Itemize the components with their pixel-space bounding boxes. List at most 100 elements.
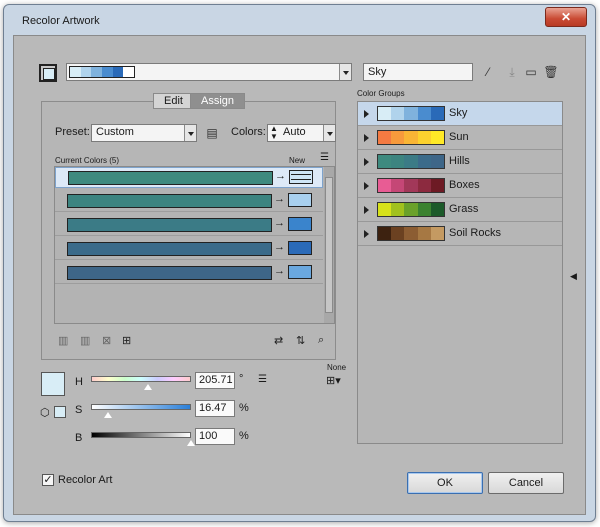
find-color-icon[interactable]: ⌕ xyxy=(318,334,324,347)
h-slider[interactable] xyxy=(91,376,191,382)
chevron-down-icon[interactable] xyxy=(323,125,335,141)
group-color-4 xyxy=(430,155,445,168)
color-group-grass[interactable]: Grass xyxy=(358,198,562,222)
group-name: Grass xyxy=(449,203,479,215)
group-color-2 xyxy=(404,155,418,168)
arrow-right-icon[interactable]: → xyxy=(274,265,285,277)
none-label: None xyxy=(327,363,347,372)
list-scrollbar[interactable] xyxy=(324,167,334,323)
tab-assign[interactable]: Assign xyxy=(190,93,246,109)
arrow-right-icon[interactable]: → xyxy=(274,241,285,253)
randomly-change-saturation-icon[interactable]: ⇅ xyxy=(296,334,305,347)
new-color-swatch[interactable] xyxy=(288,193,312,207)
b-value-field[interactable]: 100 xyxy=(195,428,235,445)
h-value-field[interactable]: 205.71 xyxy=(195,372,235,389)
expand-triangle-icon[interactable] xyxy=(364,134,369,142)
s-label: S xyxy=(75,404,83,416)
web-safe-swatch[interactable] xyxy=(54,406,66,418)
merge-colors-icon[interactable]: ▥ xyxy=(58,334,68,347)
current-color-bar[interactable] xyxy=(68,171,273,185)
current-color-bar[interactable] xyxy=(67,266,272,280)
s-unit: % xyxy=(239,402,249,414)
arrow-right-icon[interactable]: → xyxy=(275,170,286,182)
ok-button[interactable]: OK xyxy=(407,472,483,494)
color-group-soil-rocks[interactable]: Soil Rocks xyxy=(358,222,562,246)
group-color-4 xyxy=(430,131,445,144)
tab-edit[interactable]: Edit xyxy=(153,93,194,109)
dialog-title: Recolor Artwork xyxy=(22,15,100,27)
expand-triangle-icon[interactable] xyxy=(364,158,369,166)
color-group-sun[interactable]: Sun xyxy=(358,126,562,150)
exclude-colors-icon[interactable]: ⊠ xyxy=(102,334,111,347)
color-group-sky[interactable]: Sky xyxy=(358,102,562,126)
group-color-3 xyxy=(417,131,431,144)
cancel-button[interactable]: Cancel xyxy=(488,472,564,494)
recolor-art-checkbox[interactable]: ✓ xyxy=(42,474,54,486)
preset-options-icon[interactable]: ▤ xyxy=(204,125,220,141)
h-slider-thumb[interactable] xyxy=(144,384,153,390)
color-group-boxes[interactable]: Boxes xyxy=(358,174,562,198)
current-color-bar[interactable] xyxy=(67,194,272,208)
folder-icon[interactable]: ▭ xyxy=(523,64,539,80)
active-color-swatch[interactable] xyxy=(41,372,65,396)
save-group-icon[interactable]: ⤓ xyxy=(504,64,520,80)
chevron-down-icon[interactable] xyxy=(339,64,351,80)
new-color-swatch[interactable] xyxy=(288,217,312,231)
new-row-icon[interactable]: ⊞ xyxy=(122,334,131,347)
color-group-hills[interactable]: Hills xyxy=(358,150,562,174)
trash-icon[interactable]: 🗑 xyxy=(543,64,559,80)
group-color-strip xyxy=(377,106,445,121)
s-slider[interactable] xyxy=(91,404,191,410)
b-slider-thumb[interactable] xyxy=(187,440,195,446)
title-bar[interactable]: Recolor Artwork ✕ xyxy=(4,5,595,33)
new-color-swatch[interactable] xyxy=(289,170,313,184)
current-colors-list: → → → → → xyxy=(54,166,335,324)
arrow-right-icon[interactable]: → xyxy=(274,193,285,205)
colors-count-value: Auto xyxy=(283,126,306,138)
group-color-4 xyxy=(430,227,445,240)
expand-triangle-icon[interactable] xyxy=(364,230,369,238)
cube-icon[interactable]: ⬡ xyxy=(40,406,50,419)
group-color-strip xyxy=(377,226,445,241)
group-color-0 xyxy=(378,155,392,168)
current-color-bar[interactable] xyxy=(67,218,272,232)
scroll-thumb[interactable] xyxy=(325,177,333,313)
new-color-swatch[interactable] xyxy=(288,241,312,255)
current-color-row[interactable]: → xyxy=(55,191,323,212)
expand-triangle-icon[interactable] xyxy=(364,182,369,190)
group-name: Boxes xyxy=(449,179,480,191)
new-color-swatch[interactable] xyxy=(288,265,312,279)
harmony-color-3 xyxy=(102,67,113,77)
randomly-change-order-icon[interactable]: ⇄ xyxy=(274,334,283,347)
current-color-row[interactable]: → xyxy=(55,167,323,188)
artwork-colors-icon[interactable] xyxy=(39,64,57,82)
group-color-strip xyxy=(377,154,445,169)
close-button[interactable]: ✕ xyxy=(545,7,587,27)
stepper-icon[interactable]: ▲ ▼ xyxy=(270,125,278,141)
list-menu-icon[interactable]: ☰ xyxy=(320,152,329,163)
b-slider[interactable] xyxy=(91,432,191,438)
hsb-menu-icon[interactable]: ☰ xyxy=(258,374,267,385)
separate-colors-icon[interactable]: ▥ xyxy=(80,334,90,347)
expand-triangle-icon[interactable] xyxy=(364,110,369,118)
group-color-3 xyxy=(417,203,431,216)
collapse-panel-icon[interactable]: ◀ xyxy=(570,271,577,282)
eyedropper-icon[interactable]: ⁄ xyxy=(480,64,496,80)
arrow-right-icon[interactable]: → xyxy=(274,217,285,229)
current-color-row[interactable]: → xyxy=(55,239,323,260)
group-name-field[interactable]: Sky xyxy=(363,63,473,81)
harmony-colors-dropdown[interactable] xyxy=(66,63,352,81)
color-mode-grid-icon[interactable]: ⊞▾ xyxy=(326,374,341,387)
chevron-down-icon[interactable] xyxy=(184,125,196,141)
group-color-strip xyxy=(377,202,445,217)
expand-triangle-icon[interactable] xyxy=(364,206,369,214)
current-color-bar[interactable] xyxy=(67,242,272,256)
current-color-row[interactable]: → xyxy=(55,263,323,284)
dialog-body: Sky ⁄ ⤓ ▭ 🗑 Edit Assign Preset: Custom ▤… xyxy=(13,35,586,515)
group-color-1 xyxy=(391,203,405,216)
colors-count-dropdown[interactable]: ▲ ▼ Auto xyxy=(267,124,336,142)
preset-dropdown[interactable]: Custom xyxy=(91,124,197,142)
current-color-row[interactable]: → xyxy=(55,215,323,236)
s-slider-thumb[interactable] xyxy=(103,412,112,418)
s-value-field[interactable]: 16.47 xyxy=(195,400,235,417)
